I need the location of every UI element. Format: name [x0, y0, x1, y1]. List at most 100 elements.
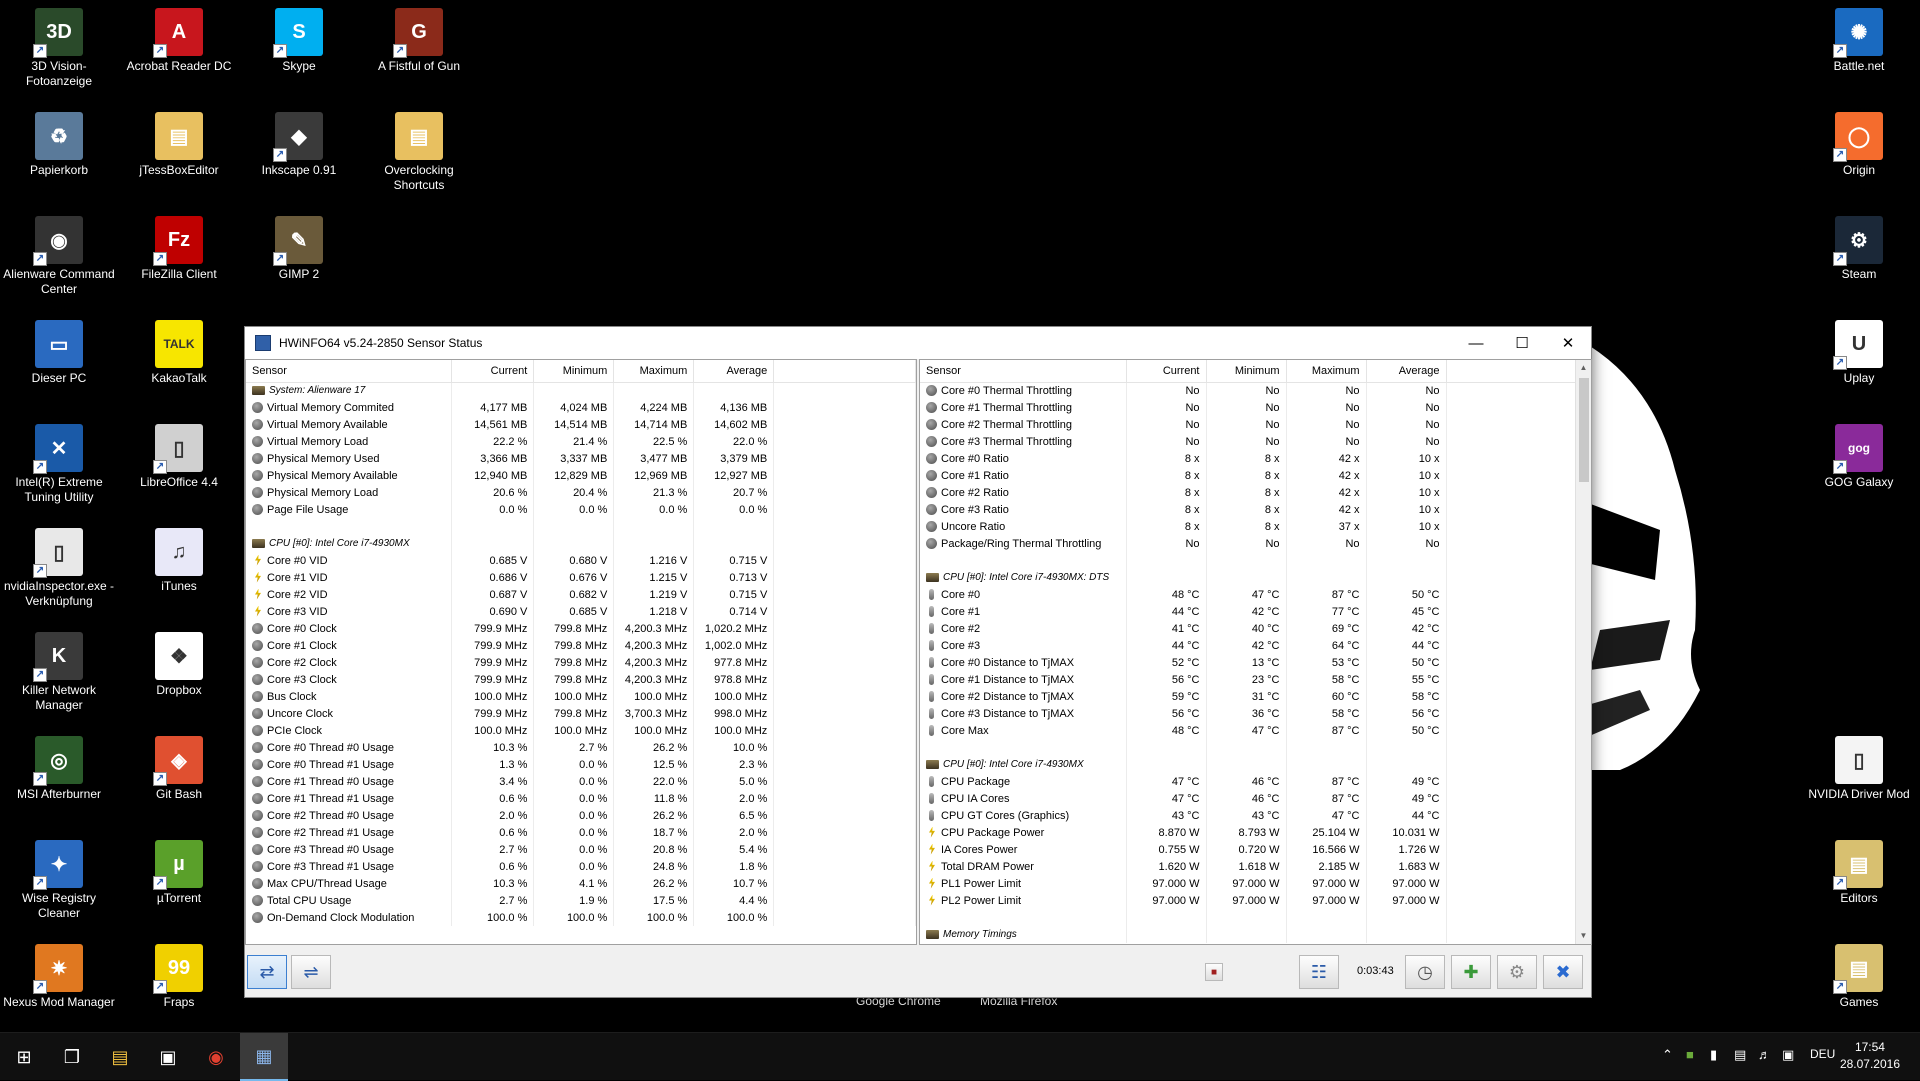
desktop-icon[interactable]: ❖ Dropbox — [120, 626, 238, 726]
desktop-icon[interactable]: TALK KakaoTalk — [120, 314, 238, 414]
sensor-row[interactable]: Virtual Memory Load 22.2 % 21.4 % 22.5 % 22.… — [246, 433, 916, 450]
sensor-row[interactable]: Core #1 Clock 799.9 MHz 799.8 MHz 4,200.3 M… — [246, 637, 916, 654]
sensor-row[interactable]: Core #0 Distance to TjMAX 52 °C 13 °C 53 °C… — [920, 654, 1577, 671]
col-maximum[interactable]: Maximum — [613, 360, 695, 383]
sensor-row[interactable]: Core #0 VID 0.685 V 0.680 V 1.216 V 0.715 V — [246, 552, 916, 569]
desktop-icon[interactable]: ✦ ↗ Wise Registry Cleaner — [0, 834, 118, 934]
logging-indicator-icon[interactable]: ■ — [1205, 963, 1223, 981]
desktop-icon[interactable]: ▤ Overclocking Shortcuts — [360, 106, 478, 206]
sensor-row[interactable]: Core #2 Distance to TjMAX 59 °C 31 °C 60 °C… — [920, 688, 1577, 705]
desktop-icon[interactable]: K ↗ Killer Network Manager — [0, 626, 118, 726]
desktop-icon[interactable]: µ ↗ µTorrent — [120, 834, 238, 934]
expand-columns-button[interactable]: ⇄ — [247, 955, 287, 989]
taskbar-clock[interactable]: 17:54 28.07.2016 — [1840, 1039, 1900, 1073]
desktop-icon[interactable]: Fz ↗ FileZilla Client — [120, 210, 238, 310]
desktop-icon[interactable]: ◯ ↗ Origin — [1800, 106, 1918, 206]
desktop-icon[interactable]: ▯ NVIDIA Driver Mod — [1800, 730, 1918, 830]
sensor-group-row[interactable]: CPU [#0]: Intel Core i7-4930MX — [920, 756, 1577, 773]
sensor-row[interactable]: Core #0 48 °C 47 °C 87 °C 50 °C — [920, 586, 1577, 603]
taskbar-chrome[interactable]: ◉ — [192, 1033, 240, 1081]
sensor-row[interactable]: Core #2 Ratio 8 x8 x 42 x 10 x — [920, 484, 1577, 501]
maximize-button[interactable]: ☐ — [1499, 327, 1545, 359]
desktop-icon[interactable]: ✺ ↗ Battle.net — [1800, 2, 1918, 102]
sensor-group-row[interactable]: Memory Timings — [920, 926, 1577, 943]
start-button[interactable]: ⊞ — [0, 1033, 48, 1081]
battery-icon[interactable]: ▮ — [1710, 1047, 1717, 1063]
sensor-row[interactable]: Bus Clock 100.0 MHz 100.0 MHz 100.0 MHz 100.… — [246, 688, 916, 705]
col-current[interactable]: Current — [1126, 360, 1207, 383]
sensor-row[interactable]: Core #3 44 °C 42 °C 64 °C 44 °C — [920, 637, 1577, 654]
collapse-columns-button[interactable]: ⇌ — [291, 955, 331, 989]
desktop-icon[interactable]: 3D ↗ 3D Vision-Fotoanzeige — [0, 2, 118, 102]
sensor-row[interactable]: Core #3 Thread #1 Usage 0.6 % 0.0 % 24.8 % 1… — [246, 858, 916, 875]
sensor-row[interactable]: Core #3 Ratio 8 x8 x 42 x 10 x — [920, 501, 1577, 518]
taskbar-explorer[interactable]: ▤ — [96, 1033, 144, 1081]
desktop-icon[interactable]: ✕ ↗ Intel(R) Extreme Tuning Utility — [0, 418, 118, 518]
desktop-icon[interactable]: ◎ ↗ MSI Afterburner — [0, 730, 118, 830]
sensor-row[interactable]: Uncore Clock 799.9 MHz 799.8 MHz 3,700.3 MH… — [246, 705, 916, 722]
taskbar-hwinfo[interactable]: ▦ — [240, 1033, 288, 1081]
sensor-row[interactable]: Core #0 Ratio 8 x8 x 42 x 10 x — [920, 450, 1577, 467]
sensor-group-row[interactable]: CPU [#0]: Intel Core i7-4930MX — [246, 535, 916, 552]
sensor-row[interactable]: Physical Memory Available 12,940 MB 12,829… — [246, 467, 916, 484]
action-center-icon[interactable]: ▣ — [1782, 1047, 1794, 1063]
sensor-row[interactable]: Core #0 Thread #1 Usage 1.3 % 0.0 % 12.5 % 2… — [246, 756, 916, 773]
desktop-icon[interactable]: ✷ ↗ Nexus Mod Manager — [0, 938, 118, 1038]
sensor-row[interactable]: Core #2 41 °C 40 °C 69 °C 42 °C — [920, 620, 1577, 637]
sensor-row[interactable]: CPU Package 47 °C 46 °C 87 °C 49 °C — [920, 773, 1577, 790]
sensor-row[interactable]: Core #3 Distance to TjMAX 56 °C 36 °C 58 °C… — [920, 705, 1577, 722]
taskbar-store[interactable]: ▣ — [144, 1033, 192, 1081]
desktop-icon[interactable]: ⚙ ↗ Steam — [1800, 210, 1918, 310]
col-sensor[interactable]: Sensor — [246, 360, 453, 383]
sensor-row[interactable]: Uncore Ratio 8 x8 x 37 x 10 x — [920, 518, 1577, 535]
sensor-row[interactable]: Core #3 Clock 799.9 MHz 799.8 MHz 4,200.3 M… — [246, 671, 916, 688]
sensor-row[interactable]: Core #2 Thread #1 Usage 0.6 % 0.0 % 18.7 % 2… — [246, 824, 916, 841]
sensor-row[interactable]: Core #3 Thermal Throttling No No No No — [920, 433, 1577, 450]
desktop-icon[interactable]: ◉ ↗ Alienware Command Center — [0, 210, 118, 310]
sensor-row[interactable]: Core #1 44 °C 42 °C 77 °C 45 °C — [920, 603, 1577, 620]
sensor-row[interactable]: Core #1 Thermal Throttling No No No No — [920, 399, 1577, 416]
network-tray-icon[interactable]: ▤ — [1734, 1047, 1746, 1063]
desktop-icon[interactable]: ♫ iTunes — [120, 522, 238, 622]
desktop-icon[interactable]: ▤ ↗ Games — [1800, 938, 1918, 1038]
sensor-row[interactable]: Physical Memory Used 3,366 MB 3,337 MB 3,47… — [246, 450, 916, 467]
sensor-row[interactable]: Core Max 48 °C 47 °C 87 °C 50 °C — [920, 722, 1577, 739]
sensor-row[interactable]: Max CPU/Thread Usage 10.3 % 4.1 % 26.2 % 10.… — [246, 875, 916, 892]
sensor-row[interactable]: PCIe Clock 100.0 MHz 100.0 MHz 100.0 MHz 100… — [246, 722, 916, 739]
sensor-row[interactable]: IA Cores Power 0.755 W 0.720 W 16.566 W 1.72… — [920, 841, 1577, 858]
sensor-row[interactable]: Core #1 Ratio 8 x8 x 42 x 10 x — [920, 467, 1577, 484]
network-button[interactable]: ☷ — [1299, 955, 1339, 989]
language-indicator[interactable]: DEU — [1810, 1047, 1835, 1061]
sensor-row[interactable]: CPU Package Power 8.870 W 8.793 W 25.104 W1… — [920, 824, 1577, 841]
sensor-row[interactable]: Virtual Memory Available 14,561 MB 14,514 … — [246, 416, 916, 433]
tray-expand-icon[interactable]: ⌃ — [1662, 1047, 1673, 1063]
desktop-icon[interactable]: ▤ jTessBoxEditor — [120, 106, 238, 206]
settings-button[interactable]: ⚙ — [1497, 955, 1537, 989]
desktop-icon[interactable]: A ↗ Acrobat Reader DC — [120, 2, 238, 102]
desktop-icon[interactable]: ▭ Dieser PC — [0, 314, 118, 414]
desktop-icon[interactable]: 99 ↗ Fraps — [120, 938, 238, 1038]
desktop-icon[interactable]: ▯ ↗ nvidiaInspector.exe - Verknüpfung — [0, 522, 118, 622]
sensor-row[interactable]: PL2 Power Limit 97.000 W 97.000 W 97.000 W9… — [920, 892, 1577, 909]
sensor-row[interactable]: Package/Ring Thermal Throttling No No No No — [920, 535, 1577, 552]
desktop-icon[interactable]: ✎ ↗ GIMP 2 — [240, 210, 358, 310]
sensor-group-row[interactable]: CPU [#0]: Intel Core i7-4930MX: DTS — [920, 569, 1577, 586]
sensor-row[interactable]: On-Demand Clock Modulation 100.0 % 100.0 %… — [246, 909, 916, 926]
col-minimum[interactable]: Minimum — [533, 360, 615, 383]
close-button[interactable]: ✕ — [1545, 327, 1591, 359]
col-maximum[interactable]: Maximum — [1286, 360, 1367, 383]
desktop-icon[interactable]: S ↗ Skype — [240, 2, 358, 102]
sensor-row[interactable]: Core #3 VID 0.690 V 0.685 V 1.218 V 0.714 V — [246, 603, 916, 620]
nvidia-tray-icon[interactable]: ■ — [1686, 1047, 1694, 1062]
sensor-row[interactable]: CPU IA Cores 47 °C 46 °C 87 °C 49 °C — [920, 790, 1577, 807]
task-view-button[interactable]: ❐ — [48, 1033, 96, 1081]
sensor-row[interactable]: Virtual Memory Commited 4,177 MB 4,024 MB 4… — [246, 399, 916, 416]
sensor-row[interactable]: Core #1 Thread #1 Usage 0.6 % 0.0 % 11.8 % 2… — [246, 790, 916, 807]
desktop-icon[interactable]: ♻ Papierkorb — [0, 106, 118, 206]
desktop-icon[interactable]: ◆ ↗ Inkscape 0.91 — [240, 106, 358, 206]
sensor-row[interactable]: Core #0 Thread #0 Usage 10.3 % 2.7 % 26.2 %… — [246, 739, 916, 756]
minimize-button[interactable]: — — [1453, 327, 1499, 359]
sensor-group-row[interactable]: System: Alienware 17 — [246, 382, 916, 399]
scrollbar-thumb[interactable] — [1579, 378, 1589, 482]
volume-icon[interactable]: ♬ — [1758, 1047, 1771, 1062]
